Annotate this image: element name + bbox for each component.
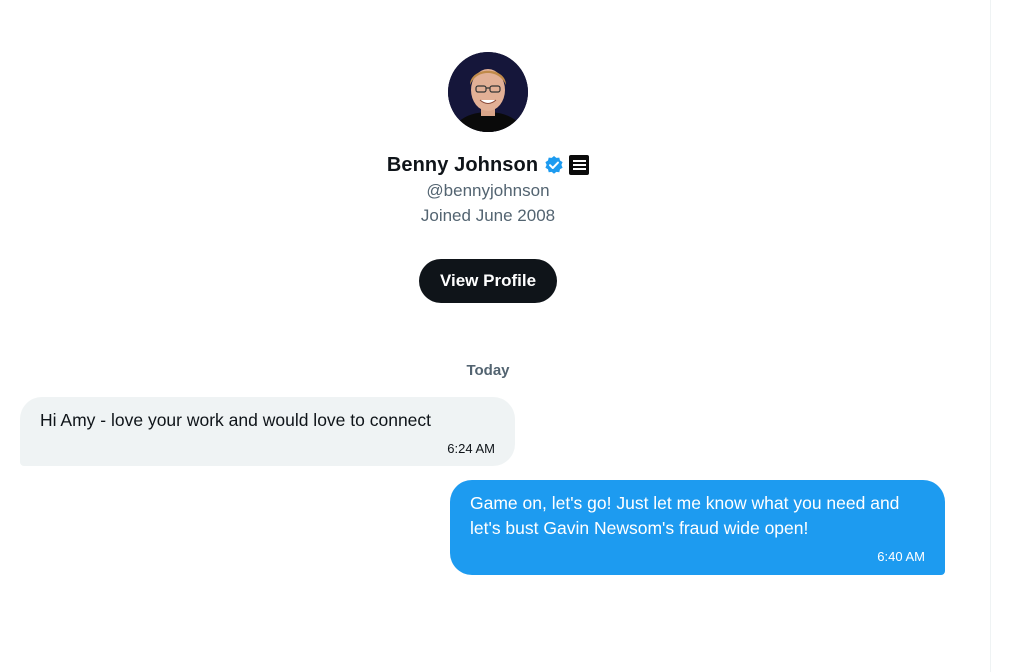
message-incoming[interactable]: Hi Amy - love your work and would love t… (20, 397, 515, 466)
joined-date: Joined June 2008 (420, 206, 556, 225)
affiliate-badge-icon[interactable] (569, 155, 590, 175)
message-timestamp: 6:40 AM (877, 549, 925, 564)
avatar[interactable] (448, 52, 528, 132)
profile-name-row: Benny Johnson (387, 152, 590, 178)
message-timestamp: 6:24 AM (447, 441, 495, 456)
verified-badge-icon[interactable] (544, 155, 564, 175)
message-outgoing[interactable]: Game on, let's go! Just let me know what… (450, 480, 945, 575)
message-text: Game on, let's go! Just let me know what… (470, 493, 900, 538)
date-divider: Today (466, 362, 510, 379)
profile-handle: @bennyjohnson (426, 181, 550, 200)
message-text: Hi Amy - love your work and would love t… (40, 410, 432, 430)
display-name[interactable]: Benny Johnson (387, 154, 538, 177)
view-profile-button[interactable]: View Profile (418, 259, 558, 303)
conversation-profile-header: Benny Johnson @bennyjohnson Joined June … (0, 52, 976, 303)
dm-conversation-view: Benny Johnson @bennyjohnson Joined June … (0, 0, 1036, 672)
column-divider (990, 0, 991, 672)
